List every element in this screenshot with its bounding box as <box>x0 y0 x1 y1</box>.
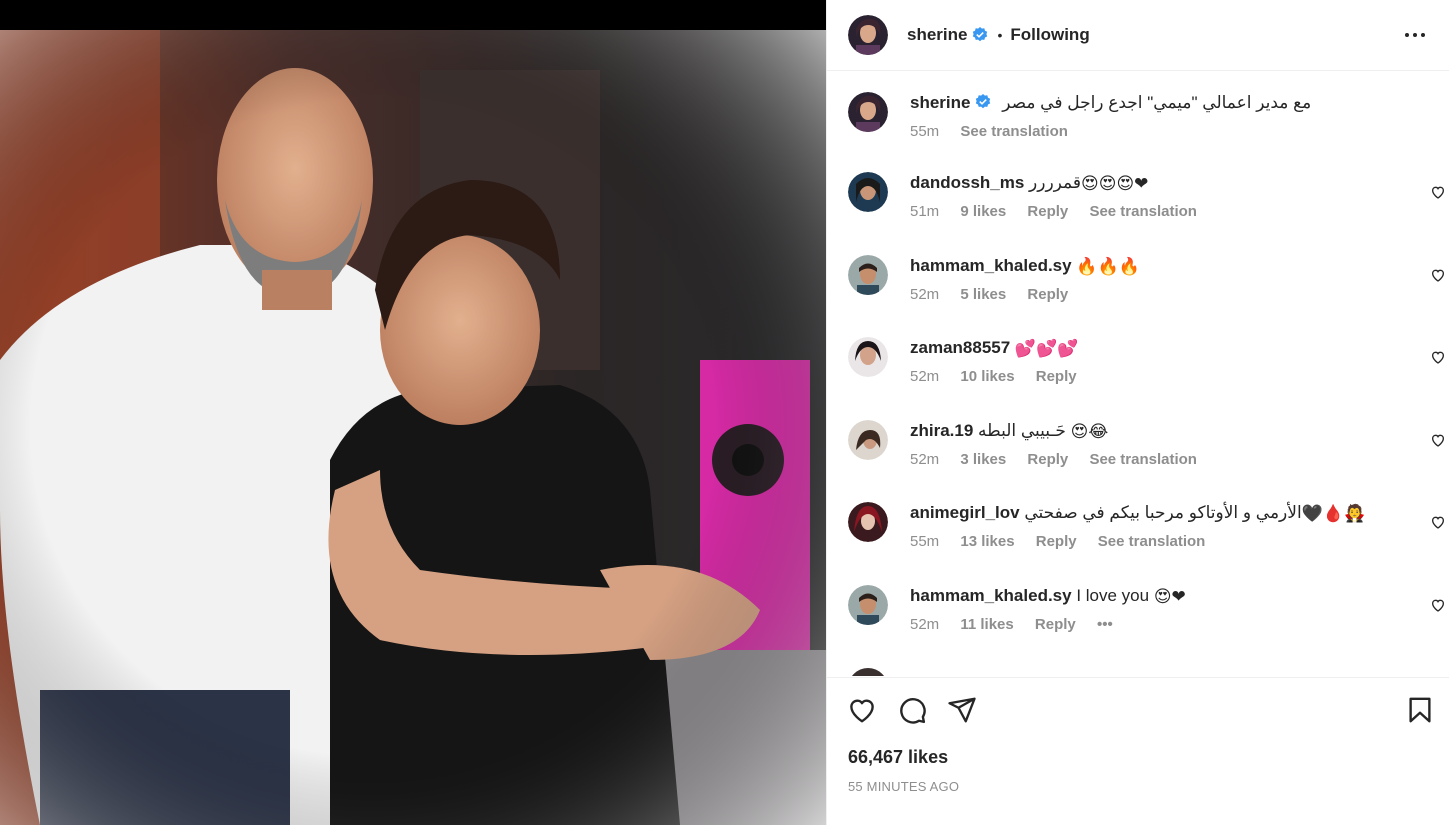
comment-emoji: 🔥🔥🔥 <box>1076 257 1140 277</box>
more-options-icon[interactable] <box>1402 22 1428 48</box>
comment-emoji: 💕💕💕 <box>1014 339 1079 359</box>
reply-button[interactable]: Reply <box>1035 616 1076 633</box>
caption-line: sherine مع مدير اعمالي "ميمي" اجدع راجل … <box>910 92 1311 114</box>
comment-text: قمرررر <box>1029 173 1082 192</box>
caption-username[interactable]: sherine <box>910 93 970 112</box>
comment-time: 51m <box>910 203 940 220</box>
commenter-avatar[interactable] <box>848 502 888 542</box>
comment: zhira.19 حَـبيبي البطه 😍😂 52m 3 likes Re… <box>848 420 1445 470</box>
bookmark-icon[interactable] <box>1405 695 1435 725</box>
commenter-username[interactable]: zaman88557 <box>910 338 1010 357</box>
heart-icon[interactable] <box>847 695 877 725</box>
reply-button[interactable]: Reply <box>1036 533 1077 550</box>
comment-time: 55m <box>910 533 940 550</box>
comment-line: hammam_khaled.sy I love you 😍❤ <box>910 585 1186 607</box>
reply-button[interactable]: Reply <box>1027 286 1068 303</box>
comment-meta: 55m 13 likes Reply See translation <box>910 533 1222 551</box>
comment-like-heart-icon[interactable] <box>1430 514 1446 530</box>
photo-image <box>0 30 826 825</box>
commenter-avatar[interactable] <box>848 585 888 625</box>
post-header: sherine • Following <box>827 0 1449 71</box>
comment-meta: 52m 3 likes Reply See translation <box>910 451 1214 469</box>
commenter-username[interactable]: dandossh_ms <box>910 173 1024 192</box>
post-modal: sherine • Following sherine مع مدير اعما… <box>0 0 1449 825</box>
comment-likes[interactable]: 13 likes <box>960 533 1014 550</box>
comment-meta: 51m 9 likes Reply See translation <box>910 203 1214 221</box>
comment-line: hammam_khaled.sy 🔥🔥🔥 <box>910 255 1140 277</box>
comment-likes[interactable]: 10 likes <box>960 368 1014 385</box>
comment-meta: 52m 11 likes Reply ••• <box>910 616 1130 634</box>
comment: hammam_khaled.sy I love you 😍❤ 52m 11 li… <box>848 585 1445 635</box>
comment-icon[interactable] <box>897 695 927 725</box>
author-avatar[interactable] <box>848 15 888 55</box>
likes-count[interactable]: 66,467 likes <box>848 747 948 768</box>
post-timestamp[interactable]: 55 MINUTES AGO <box>848 779 959 794</box>
comment-like-heart-icon[interactable] <box>1430 267 1446 283</box>
comment-emoji: 🖤🩸🧛 <box>1301 504 1366 524</box>
comment-time: 52m <box>910 451 940 468</box>
comment-likes[interactable]: 9 likes <box>960 203 1006 220</box>
comment-line: dandossh_ms قمرررر😍😍😍❤ <box>910 172 1148 194</box>
comment-line: animegirl_lov الأرمي و الأوتاكو مرحبا بي… <box>910 502 1365 524</box>
comment-like-heart-icon[interactable] <box>1430 432 1446 448</box>
reply-button[interactable]: Reply <box>1036 368 1077 385</box>
comment-time: 52m <box>910 616 940 633</box>
header-separator: • <box>997 27 1003 43</box>
next-comment-avatar-partial <box>848 668 888 676</box>
comment-emoji: 😍❤ <box>1153 587 1186 607</box>
following-button[interactable]: Following <box>1010 25 1089 45</box>
comment-line: zaman88557 💕💕💕 <box>910 337 1078 359</box>
comment-like-heart-icon[interactable] <box>1430 597 1446 613</box>
comment-options-button[interactable]: ••• <box>1097 616 1113 633</box>
see-translation-link[interactable]: See translation <box>1089 203 1197 220</box>
comment-likes[interactable]: 3 likes <box>960 451 1006 468</box>
comment-likes[interactable]: 5 likes <box>960 286 1006 303</box>
post-actions: 66,467 likes 55 MINUTES AGO <box>827 677 1449 825</box>
commenter-username[interactable]: hammam_khaled.sy <box>910 256 1072 275</box>
commenter-avatar[interactable] <box>848 255 888 295</box>
reply-button[interactable]: Reply <box>1027 203 1068 220</box>
comment-likes[interactable]: 11 likes <box>960 616 1013 633</box>
comment: dandossh_ms قمرررر😍😍😍❤ 51m 9 likes Reply… <box>848 172 1445 222</box>
comment: animegirl_lov الأرمي و الأوتاكو مرحبا بي… <box>848 502 1445 552</box>
comment-time: 52m <box>910 286 940 303</box>
comment-text: الأرمي و الأوتاكو مرحبا بيكم في صفحتي <box>1024 503 1302 522</box>
share-icon[interactable] <box>947 695 977 725</box>
comment: zaman88557 💕💕💕 52m 10 likes Reply <box>848 337 1445 387</box>
author-username[interactable]: sherine <box>907 25 967 45</box>
comment-emoji: 😍😂 <box>1070 422 1109 442</box>
comment-meta: 52m 5 likes Reply <box>910 286 1085 304</box>
comment-time: 52m <box>910 368 940 385</box>
comment-text: حَـبيبي البطه <box>978 421 1066 440</box>
see-translation-link[interactable]: See translation <box>1098 533 1206 550</box>
commenter-avatar[interactable] <box>848 337 888 377</box>
commenter-username[interactable]: animegirl_lov <box>910 503 1020 522</box>
comment-text: I love you <box>1076 586 1150 605</box>
post-photo[interactable] <box>0 0 826 825</box>
comment-emoji: 😍😍😍❤ <box>1081 174 1149 194</box>
comments-list[interactable]: sherine مع مدير اعمالي "ميمي" اجدع راجل … <box>827 72 1449 676</box>
caption-time: 55m <box>910 123 940 140</box>
post-details-panel: sherine • Following sherine مع مدير اعما… <box>826 0 1449 825</box>
comment-like-heart-icon[interactable] <box>1430 184 1446 200</box>
comment-like-heart-icon[interactable] <box>1430 349 1446 365</box>
see-translation-link[interactable]: See translation <box>1089 451 1197 468</box>
comment-line: zhira.19 حَـبيبي البطه 😍😂 <box>910 420 1108 442</box>
caption: sherine مع مدير اعمالي "ميمي" اجدع راجل … <box>848 92 1438 142</box>
commenter-username[interactable]: hammam_khaled.sy <box>910 586 1072 605</box>
commenter-avatar[interactable] <box>848 172 888 212</box>
caption-meta: 55m See translation <box>910 123 1085 141</box>
reply-button[interactable]: Reply <box>1027 451 1068 468</box>
verified-badge-icon <box>976 94 991 109</box>
verified-badge-icon <box>973 27 988 42</box>
comment: hammam_khaled.sy 🔥🔥🔥 52m 5 likes Reply <box>848 255 1445 305</box>
see-translation-link[interactable]: See translation <box>960 123 1068 140</box>
commenter-username[interactable]: zhira.19 <box>910 421 973 440</box>
caption-text: مع مدير اعمالي "ميمي" اجدع راجل في مصر <box>1002 93 1312 112</box>
caption-avatar[interactable] <box>848 92 888 132</box>
comment-meta: 52m 10 likes Reply <box>910 368 1094 386</box>
commenter-avatar[interactable] <box>848 420 888 460</box>
